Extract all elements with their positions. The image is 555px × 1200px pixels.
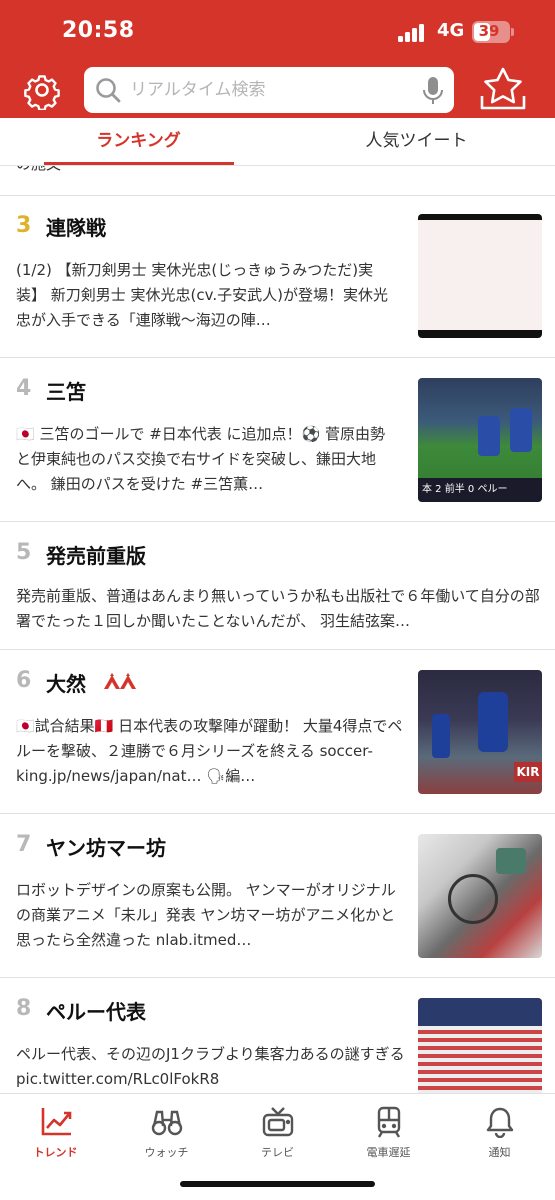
tab-label: トレンド xyxy=(33,1146,78,1159)
tab-label: 電車遅延 xyxy=(366,1146,411,1159)
gear-icon xyxy=(24,75,60,111)
trend-thumbnail xyxy=(418,214,542,338)
trend-item-8[interactable]: 8 ペルー代表 ペルー代表、その辺のJ1クラブより集客力あるの謎すぎる pic.… xyxy=(0,978,555,1093)
rank-number: 4 xyxy=(16,376,32,401)
trend-thumbnail: KIR xyxy=(418,670,542,794)
tab-label: ウォッチ xyxy=(144,1146,189,1159)
home-indicator xyxy=(180,1181,375,1187)
app-header: 20:58 4G 39 xyxy=(0,0,555,118)
star-tray-icon xyxy=(480,67,526,110)
favorites-button[interactable] xyxy=(478,66,528,112)
trend-title: 三笘 xyxy=(46,380,86,404)
trend-item-6[interactable]: 6 大然 🇯🇵試合結果🇵🇪 日本代表の攻撃陣が躍動！ 大量4得点でペルーを撃破、… xyxy=(0,650,555,814)
tab-watch[interactable]: ウォッチ xyxy=(111,1100,222,1164)
trend-description: ペルー代表、その辺のJ1クラブより集客力あるの謎すぎる pic.twitter.… xyxy=(16,1045,405,1088)
trend-item-3[interactable]: 3 連隊戦 (1/2) 【新刀剣男士 実休光忠(じっきゅうみつただ)実装】 新刀… xyxy=(0,196,555,358)
trend-description: ロボットデザインの原案も公開。 ヤンマーがオリジナルの商業アニメ「未ル」発表 ヤ… xyxy=(16,881,396,949)
signal-icon xyxy=(398,24,428,42)
rank-number: 5 xyxy=(16,540,32,565)
active-tab-indicator xyxy=(44,162,234,165)
trend-item-5[interactable]: 5 発売前重版 発売前重版、普通はあんまり無いっていうか私も出版社で６年働いて自… xyxy=(0,522,555,650)
trend-chart-icon xyxy=(41,1108,72,1136)
bell-icon xyxy=(486,1107,514,1138)
trend-item-7[interactable]: 7 ヤン坊マー坊 ロボットデザインの原案も公開。 ヤンマーがオリジナルの商業アニ… xyxy=(0,814,555,978)
list-item-partial[interactable]: の施文 xyxy=(0,166,555,196)
trend-description: 🇯🇵試合結果🇵🇪 日本代表の攻撃陣が躍動！ 大量4得点でペルーを撃破、２連勝で６… xyxy=(16,717,403,785)
battery-level: 39 xyxy=(478,22,500,40)
rank-number: 6 xyxy=(16,668,32,693)
train-icon xyxy=(377,1106,401,1138)
trend-description: 🇯🇵 三笘のゴールで #日本代表 に追加点！⚽ 菅原由勢と伊東純也のパス交換で右… xyxy=(16,425,385,493)
tv-icon xyxy=(262,1107,294,1137)
trend-thumbnail xyxy=(418,834,542,958)
rank-number: 8 xyxy=(16,996,32,1021)
rank-number: 7 xyxy=(16,832,32,857)
settings-button[interactable] xyxy=(22,70,62,111)
trend-title: ペルー代表 xyxy=(46,1000,146,1024)
status-time: 20:58 xyxy=(62,18,135,43)
trend-title: 大然 xyxy=(46,672,86,696)
trend-thumbnail xyxy=(418,998,542,1093)
search-input[interactable] xyxy=(130,67,410,113)
rank-number: 3 xyxy=(16,213,32,238)
tab-trend[interactable]: トレンド xyxy=(0,1100,111,1164)
tab-label: テレビ xyxy=(261,1146,294,1159)
trend-title: ヤン坊マー坊 xyxy=(46,836,166,860)
binoculars-icon xyxy=(151,1110,183,1136)
microphone-icon[interactable] xyxy=(422,76,444,106)
ranking-tabs: ランキング 人気ツイート xyxy=(0,118,555,166)
trend-item-4[interactable]: 4 三笘 🇯🇵 三笘のゴールで #日本代表 に追加点！⚽ 菅原由勢と伊東純也のパ… xyxy=(0,358,555,522)
trend-thumbnail: 本 2 前半 0 ペルー xyxy=(418,378,542,502)
trend-title: 連隊戦 xyxy=(46,216,106,240)
trend-description: (1/2) 【新刀剣男士 実休光忠(じっきゅうみつただ)実装】 新刀剣男士 実休… xyxy=(16,261,388,329)
battery-icon: 39 xyxy=(472,21,510,43)
tab-label: 通知 xyxy=(488,1146,511,1159)
tab-popular-tweets[interactable]: 人気ツイート xyxy=(278,118,555,166)
tab-train-delay[interactable]: 電車遅延 xyxy=(333,1100,444,1164)
trend-title: 発売前重版 xyxy=(46,544,146,568)
tab-notifications[interactable]: 通知 xyxy=(444,1100,555,1164)
rising-arrows-icon xyxy=(104,673,136,689)
thumbnail-board-text: KIR xyxy=(514,762,542,782)
search-icon xyxy=(96,78,121,103)
network-label: 4G xyxy=(437,20,465,41)
thumbnail-scoreboard: 本 2 前半 0 ペルー xyxy=(418,478,542,502)
trend-description: 発売前重版、普通はあんまり無いっていうか私も出版社で６年働いて自分の部署でたった… xyxy=(16,587,540,630)
search-box[interactable] xyxy=(84,67,454,113)
battery-tip xyxy=(511,28,514,36)
partial-item-text: の施文 xyxy=(16,166,61,174)
tab-tv[interactable]: テレビ xyxy=(222,1100,333,1164)
tab-ranking[interactable]: ランキング xyxy=(0,118,277,166)
